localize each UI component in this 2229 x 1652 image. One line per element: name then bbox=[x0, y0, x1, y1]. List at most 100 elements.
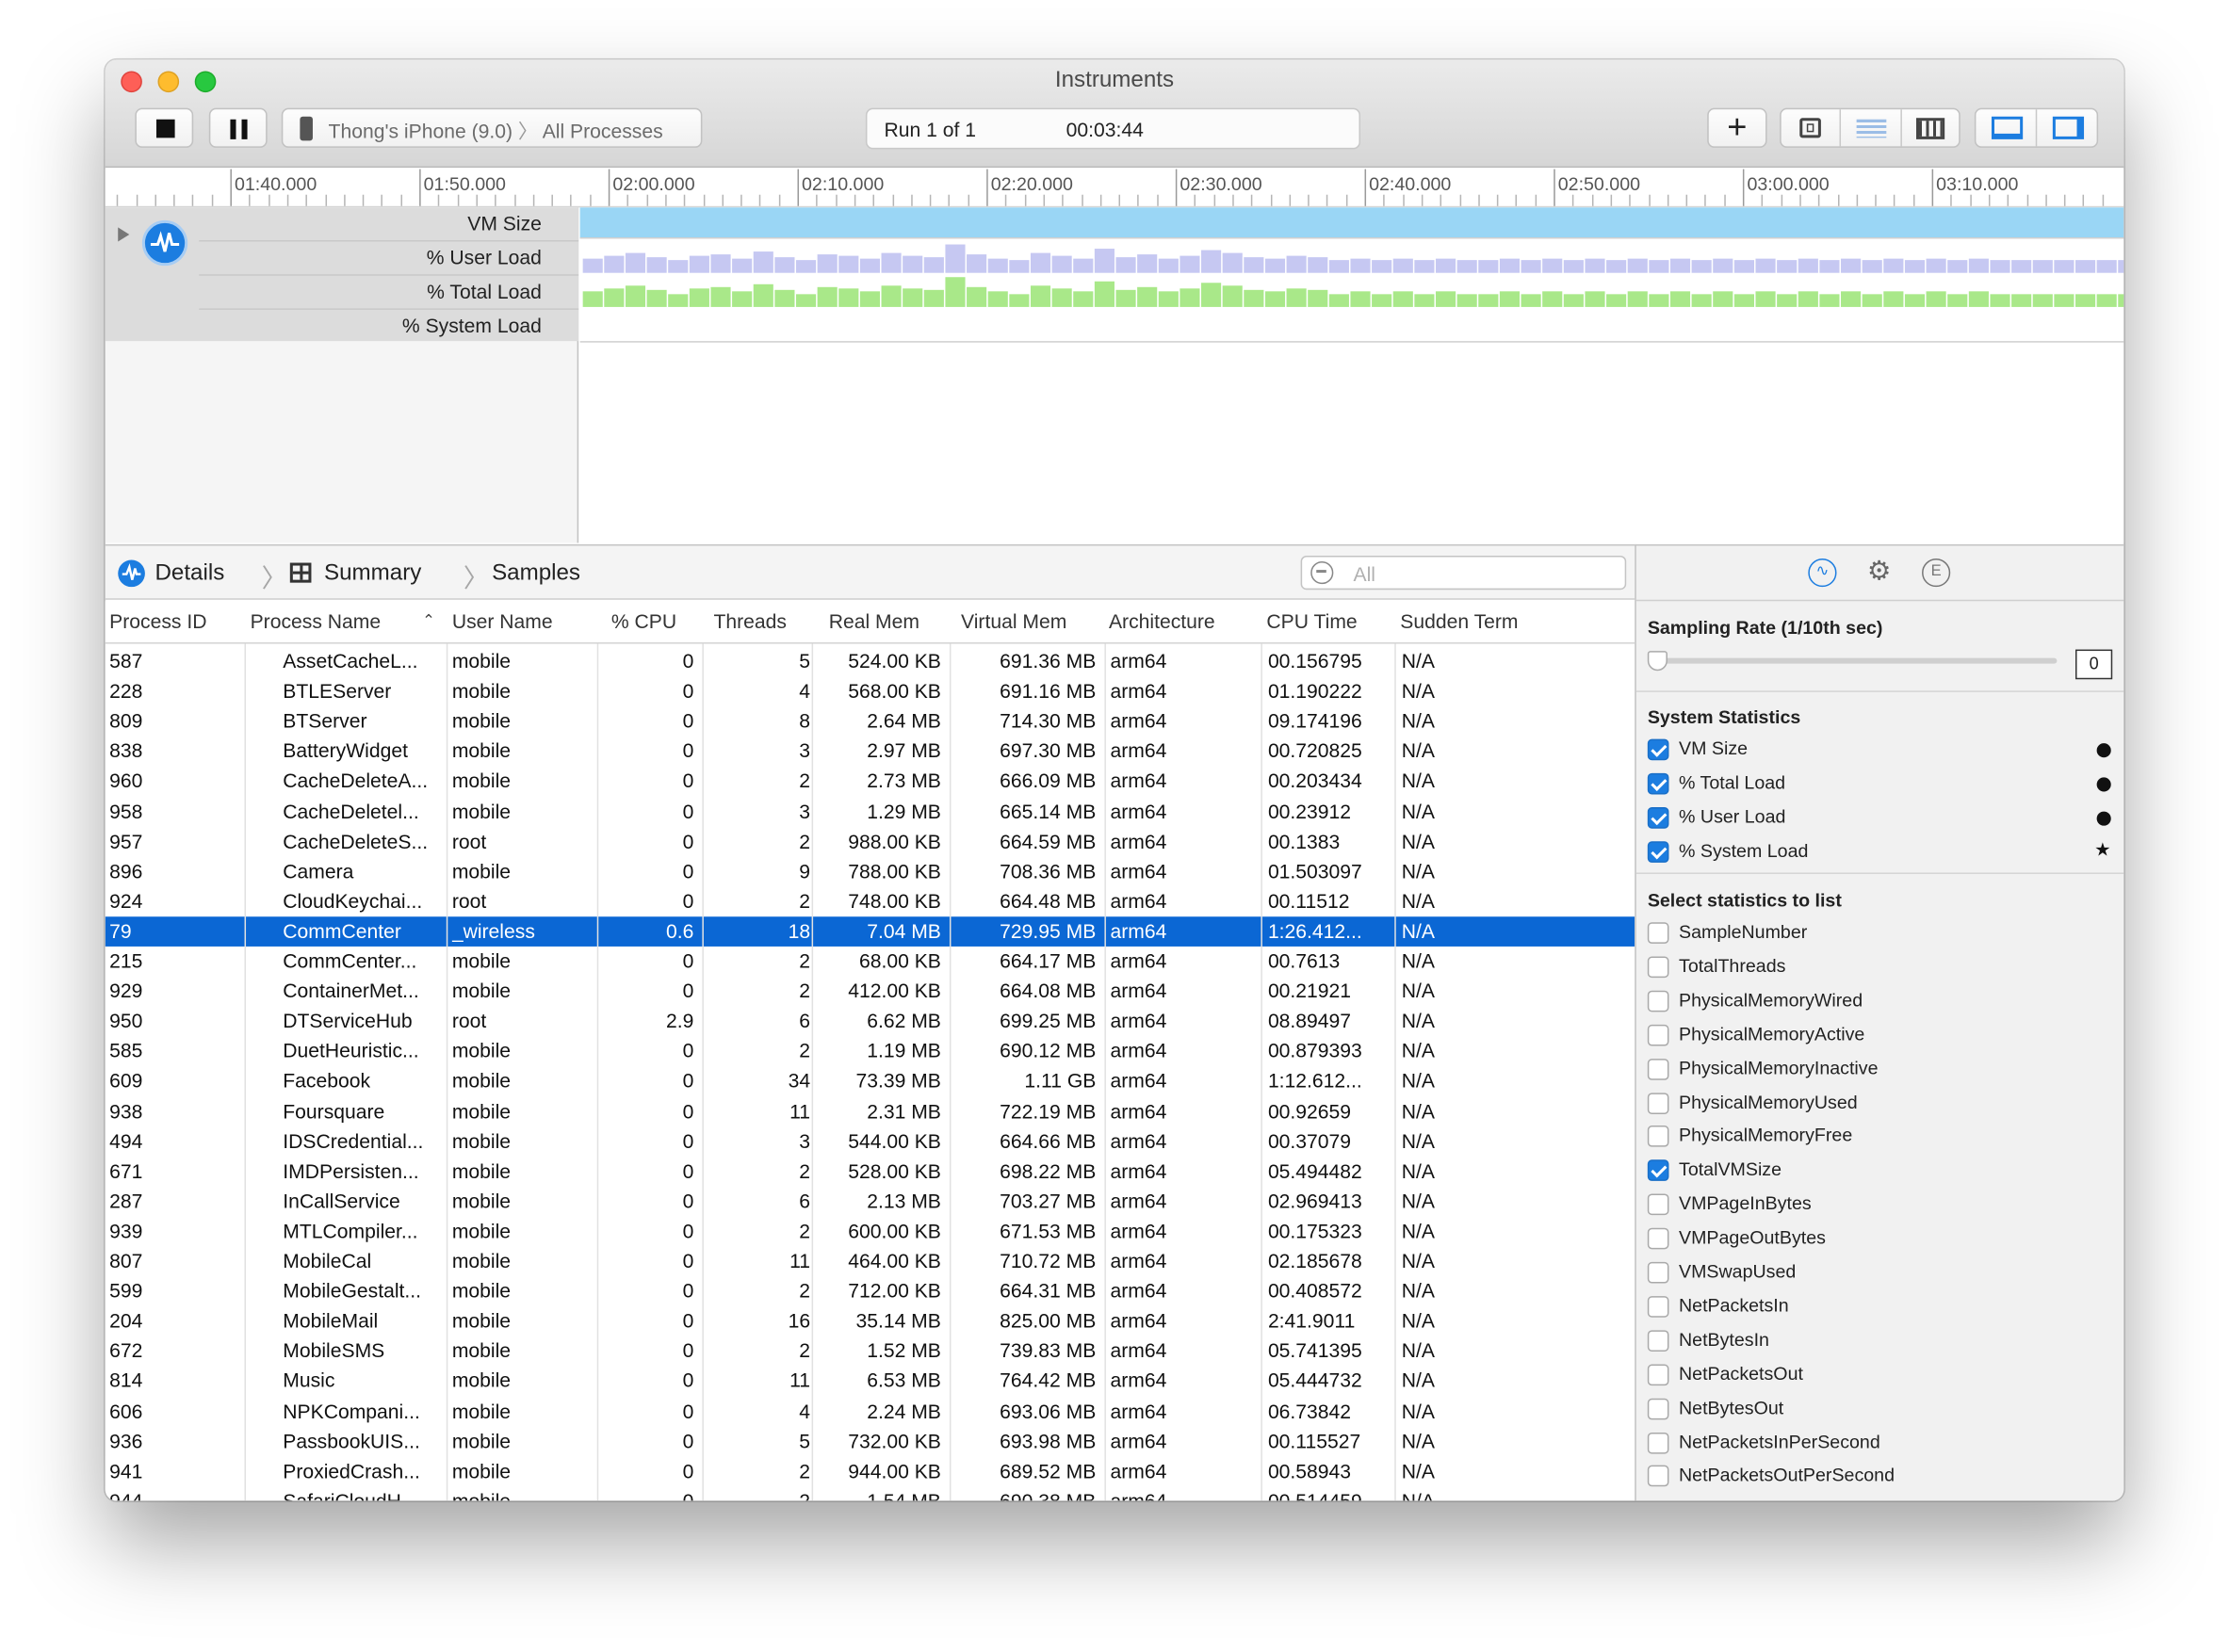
list-stat-row[interactable]: VMPageInBytes bbox=[1647, 1191, 2111, 1220]
table-row[interactable]: 924 CloudKeychai... root 0 2 748.00 KB 664.48 … bbox=[106, 886, 1635, 916]
table-row[interactable]: 814 Music mobile 0 11 6.53 MB 764.42 MB arm64 05… bbox=[106, 1367, 1635, 1397]
list-stat-row[interactable]: VMPageOutBytes bbox=[1647, 1225, 2111, 1254]
list-stat-row[interactable]: PhysicalMemoryUsed bbox=[1647, 1090, 2111, 1118]
track-header-activity-monitor[interactable]: VM Size % User Load % Total Load % Syste… bbox=[105, 207, 579, 342]
table-row[interactable]: 838 BatteryWidget mobile 0 3 2.97 MB 697.30 MB… bbox=[106, 737, 1635, 767]
list-view-button[interactable] bbox=[1841, 109, 1902, 147]
checkbox[interactable] bbox=[1647, 990, 1669, 1012]
table-row[interactable]: 938 Foursquare mobile 0 11 2.31 MB 722.19 MB ar… bbox=[106, 1096, 1635, 1126]
list-stat-row[interactable]: SampleNumber bbox=[1647, 919, 2111, 947]
table-row[interactable]: 809 BTServer mobile 0 8 2.64 MB 714.30 MB arm64… bbox=[106, 706, 1635, 737]
list-stat-row[interactable]: NetPacketsInPerSecond bbox=[1647, 1429, 2111, 1457]
table-row[interactable]: 936 PassbookUIS... mobile 0 5 732.00 KB 693.98… bbox=[106, 1426, 1635, 1456]
checkbox[interactable] bbox=[1647, 956, 1669, 978]
table-row[interactable]: 958 CacheDeletel... mobile 0 3 1.29 MB 665.14 … bbox=[106, 797, 1635, 827]
table-row[interactable]: 494 IDSCredential... mobile 0 3 544.00 KB 664.… bbox=[106, 1126, 1635, 1157]
checkbox[interactable] bbox=[1647, 1364, 1669, 1385]
track-graph-area[interactable] bbox=[579, 207, 2124, 543]
list-stat-row[interactable]: NetPacketsIn bbox=[1647, 1293, 2111, 1321]
checkbox[interactable] bbox=[1647, 1398, 1669, 1419]
column-header[interactable]: Architecture bbox=[1109, 609, 1215, 632]
table-row[interactable]: 672 MobileSMS mobile 0 2 1.52 MB 739.83 MB arm6… bbox=[106, 1336, 1635, 1367]
extended-detail-tab-icon[interactable]: E bbox=[1922, 558, 1951, 588]
list-stat-row[interactable]: VMSwapUsed bbox=[1647, 1259, 2111, 1288]
pause-recording-button[interactable] bbox=[208, 107, 268, 148]
gear-icon[interactable]: ⚙ bbox=[1865, 558, 1894, 587]
checkbox[interactable] bbox=[1647, 1126, 1669, 1148]
dot-marker-icon[interactable] bbox=[2096, 743, 2111, 758]
grid-view-button[interactable] bbox=[1902, 109, 1961, 146]
sampling-rate-slider-knob[interactable] bbox=[1647, 651, 1668, 672]
column-header[interactable]: Sudden Term bbox=[1400, 609, 1518, 632]
list-stat-row[interactable]: NetPacketsOutPerSecond bbox=[1647, 1463, 2111, 1491]
record-settings-tab-icon[interactable]: ∿ bbox=[1808, 558, 1837, 588]
table-row[interactable]: 606 NPKCompani... mobile 0 4 2.24 MB 693.06 MB… bbox=[106, 1396, 1635, 1426]
table-row[interactable]: 929 ContainerMet... mobile 0 2 412.00 KB 664.0… bbox=[106, 977, 1635, 1007]
table-row[interactable]: 204 MobileMail mobile 0 16 35.14 MB 825.00 MB a… bbox=[106, 1306, 1635, 1336]
column-header[interactable]: CPU Time bbox=[1266, 609, 1357, 632]
column-header[interactable]: Process Name bbox=[251, 609, 382, 632]
filter-input[interactable]: All bbox=[1300, 555, 1627, 591]
column-header[interactable]: Virtual Mem bbox=[961, 609, 1066, 632]
system-stat-row[interactable]: % User Load bbox=[1647, 804, 2111, 833]
add-instrument-button[interactable]: + bbox=[1707, 107, 1767, 148]
list-stat-row[interactable]: PhysicalMemoryFree bbox=[1647, 1124, 2111, 1152]
checkbox[interactable] bbox=[1647, 1092, 1669, 1114]
breadcrumb-details[interactable]: Details bbox=[155, 561, 224, 587]
checkbox[interactable] bbox=[1647, 1261, 1669, 1284]
star-marker-icon[interactable]: ★ bbox=[2094, 838, 2111, 861]
system-stat-row[interactable]: VM Size bbox=[1647, 737, 2111, 765]
sampling-rate-field[interactable]: 0 bbox=[2074, 649, 2113, 680]
breadcrumb-samples[interactable]: Samples bbox=[492, 561, 580, 587]
checkbox[interactable] bbox=[1647, 1193, 1669, 1216]
disclosure-triangle-icon[interactable] bbox=[118, 227, 130, 242]
table-row[interactable]: 939 MTLCompiler... mobile 0 2 600.00 KB 671.53… bbox=[106, 1216, 1635, 1246]
column-header[interactable]: Process ID bbox=[109, 609, 206, 632]
list-stat-row[interactable]: PhysicalMemoryActive bbox=[1647, 1021, 2111, 1049]
checkbox[interactable] bbox=[1647, 1432, 1669, 1453]
checkbox[interactable] bbox=[1647, 1330, 1669, 1352]
system-stat-row[interactable]: % Total Load bbox=[1647, 770, 2111, 799]
checkbox[interactable] bbox=[1647, 1159, 1669, 1182]
checkbox[interactable] bbox=[1647, 841, 1669, 863]
table-row[interactable]: 587 AssetCacheL... mobile 0 5 524.00 KB 691.36… bbox=[106, 647, 1635, 677]
filter-icon[interactable] bbox=[1310, 561, 1334, 585]
table-row[interactable]: 944 SafariCloudH... mobile 0 2 1.54 MB 690.38 … bbox=[106, 1486, 1635, 1500]
table-row[interactable]: 228 BTLEServer mobile 0 4 568.00 KB 691.16 MB a… bbox=[106, 676, 1635, 706]
table-row[interactable]: 671 IMDPersisten... mobile 0 2 528.00 KB 698.2… bbox=[106, 1157, 1635, 1187]
column-header[interactable]: % CPU bbox=[611, 609, 676, 632]
checkbox[interactable] bbox=[1647, 1227, 1669, 1250]
checkbox[interactable] bbox=[1647, 1295, 1669, 1318]
column-header[interactable]: Threads bbox=[713, 609, 786, 632]
list-stat-row[interactable]: TotalThreads bbox=[1647, 953, 2111, 981]
toggle-detail-pane-button[interactable] bbox=[1976, 109, 2038, 147]
chip-view-button[interactable] bbox=[1782, 109, 1842, 147]
table-row[interactable]: 599 MobileGestalt... mobile 0 2 712.00 KB 664.… bbox=[106, 1276, 1635, 1306]
checkbox[interactable] bbox=[1647, 807, 1669, 829]
table-row[interactable]: 941 ProxiedCrash... mobile 0 2 944.00 KB 689.5… bbox=[106, 1456, 1635, 1486]
list-stat-row[interactable]: NetPacketsOut bbox=[1647, 1361, 2111, 1389]
checkbox[interactable] bbox=[1647, 1058, 1669, 1080]
dot-marker-icon[interactable] bbox=[2096, 777, 2111, 792]
table-row[interactable]: 807 MobileCal mobile 0 11 464.00 KB 710.72 MB a… bbox=[106, 1246, 1635, 1276]
timeline-ruler[interactable]: 0001:40.00001:50.00002:00.00002:10.00002… bbox=[105, 169, 2124, 208]
table-row[interactable]: 950 DTServiceHub root 2.9 6 6.62 MB 699.25 MB a… bbox=[106, 1007, 1635, 1037]
dot-marker-icon[interactable] bbox=[2096, 811, 2111, 826]
checkbox[interactable] bbox=[1647, 1466, 1669, 1487]
table-row[interactable]: 287 InCallService mobile 0 6 2.13 MB 703.27 MB… bbox=[106, 1187, 1635, 1217]
table-row[interactable]: 609 Facebook mobile 0 34 73.39 MB 1.11 GB arm64… bbox=[106, 1066, 1635, 1096]
table-row[interactable]: 585 DuetHeuristic... mobile 0 2 1.19 MB 690.12… bbox=[106, 1036, 1635, 1066]
table-row[interactable]: 960 CacheDeleteA... mobile 0 2 2.73 MB 666.09 … bbox=[106, 767, 1635, 797]
column-header[interactable]: User Name bbox=[452, 609, 553, 632]
list-stat-row[interactable]: NetBytesOut bbox=[1647, 1395, 2111, 1423]
system-stat-row[interactable]: % System Load ★ bbox=[1647, 838, 2111, 866]
list-stat-row[interactable]: PhysicalMemoryWired bbox=[1647, 987, 2111, 1015]
list-stat-row[interactable]: TotalVMSize bbox=[1647, 1158, 2111, 1186]
stop-recording-button[interactable] bbox=[135, 107, 194, 148]
checkbox[interactable] bbox=[1647, 772, 1669, 795]
table-row[interactable]: 896 Camera mobile 0 9 788.00 KB 708.36 MB arm64… bbox=[106, 856, 1635, 886]
sampling-rate-slider-track[interactable] bbox=[1652, 657, 2058, 664]
list-stat-row[interactable]: PhysicalMemoryInactive bbox=[1647, 1055, 2111, 1083]
table-row[interactable]: 79 CommCenter _wireless 0.6 18 7.04 MB 729.95 … bbox=[105, 916, 1635, 947]
breadcrumb-summary[interactable]: Summary bbox=[324, 561, 421, 587]
